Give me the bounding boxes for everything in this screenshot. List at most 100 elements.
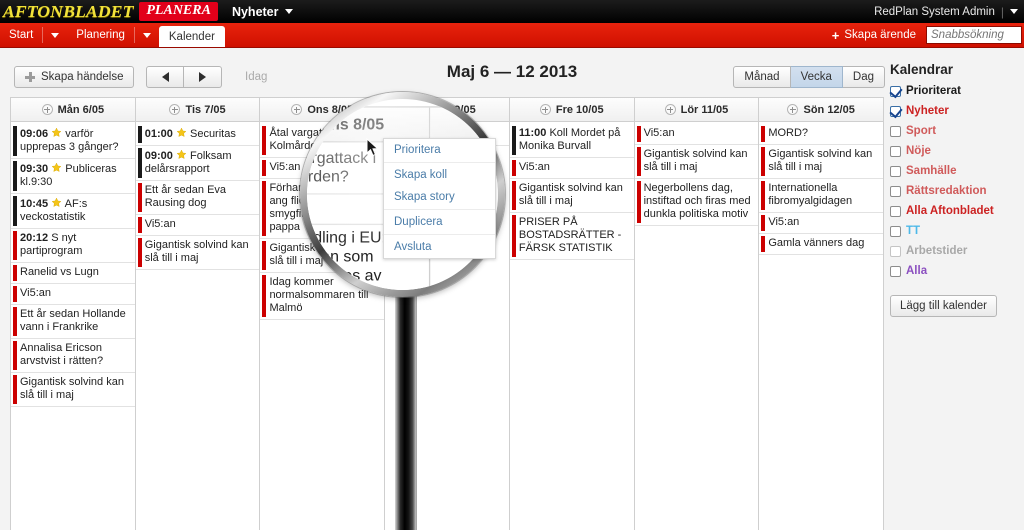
checkbox[interactable] [890,206,901,217]
event-color-bar [636,181,641,223]
calendar-event[interactable]: Vi5:an [634,124,759,145]
context-menu-item-duplicera[interactable]: Duplicera [384,211,495,233]
add-calendar-button[interactable]: Lägg till kalender [890,295,997,317]
priority-star-icon [176,127,187,140]
calendar-filter-nyheter[interactable]: Nyheter [890,105,1024,118]
calendar-event[interactable]: Vi5:an [759,213,884,234]
checkbox[interactable] [890,146,901,157]
calendar-event[interactable]: Vi5:an [260,158,385,179]
calendar-filter-r-ttsredaktion[interactable]: Rättsredaktion [890,185,1024,198]
calendar-event[interactable]: 01:00 Securitas [135,124,260,146]
nav-tab-kalender[interactable]: Kalender [158,26,225,47]
checkbox[interactable] [890,126,901,137]
calendar-event[interactable]: Gamla vänners dag [759,234,884,255]
today-button[interactable]: Idag [232,66,281,88]
checkbox[interactable] [890,266,901,277]
checkbox[interactable] [890,166,901,177]
add-event-plus-icon[interactable] [539,104,551,115]
user-chevron-down-icon[interactable] [1010,9,1018,14]
calendar-event[interactable]: 09:00 Folksam delårsrapport [135,146,260,181]
calendar-filter-prioriterat[interactable]: Prioriterat [890,85,1024,98]
calendar-event[interactable]: Ett år sedan Hollande vann i Frankrike [11,305,135,339]
calendar-filter-alla[interactable]: Alla [890,265,1024,278]
nav-item-planering[interactable]: Planering [67,23,134,47]
checkbox[interactable] [890,106,901,117]
calendar-event[interactable]: Vi5:an [11,284,135,305]
event-time: 09:30 [20,163,49,175]
checkbox[interactable] [890,86,901,97]
add-event-plus-icon[interactable] [169,104,181,115]
calendar-event[interactable]: 09:30 Publiceras kl.9:30 [11,159,135,194]
event-context-menu[interactable]: Prioritera Skapa koll Skapa story Duplicera… [383,138,496,259]
calendar-filter-tt[interactable]: TT [890,225,1024,238]
day-header[interactable]: Mån 6/05 [11,98,135,122]
calendar-event[interactable]: Gigantisk solvind kan slå till i maj [11,373,135,407]
create-issue-button[interactable]: + Skapa ärende [822,23,926,47]
calendar-event[interactable]: Gigantisk solvind kan slå till i maj [759,145,884,179]
add-event-plus-icon[interactable] [787,104,799,115]
prev-week-button[interactable] [146,66,184,88]
checkbox[interactable] [890,226,901,237]
create-event-button[interactable]: Skapa händelse [14,66,135,88]
calendar-event[interactable]: 20:12 S nyt partiprogram [11,229,135,263]
next-week-button[interactable] [184,66,222,88]
calendar-event[interactable]: Gigantisk solvind kan slå till i maj [135,236,260,270]
calendar-event[interactable]: Idag kommer normalsommaren till Malmö [260,273,385,320]
nav-planering-dropdown[interactable] [135,23,159,47]
view-button-dag[interactable]: Dag [842,66,885,88]
calendar-event[interactable]: 09:06 varför upprepas 3 gånger? [11,124,135,159]
calendar-event[interactable]: MORD? [759,124,884,145]
calendar-event[interactable]: 10:45 AF:s veckostatistik [11,194,135,229]
calendar-filter-samh-lle[interactable]: Samhälle [890,165,1024,178]
event-title: Vi5:an [144,218,176,230]
calendar-filter-sport[interactable]: Sport [890,125,1024,138]
day-events-list: 09:06 varför upprepas 3 gånger? 09:30 Pub… [11,122,135,530]
red-nav-bar: Start Planering Kalender + Skapa ärende [0,23,1024,48]
checkbox[interactable] [890,186,901,197]
event-title: Securitas [189,128,236,140]
calendar-filter-arbetstider[interactable]: Arbetstider [890,245,1024,258]
day-header[interactable]: Tis 7/05 [135,98,260,122]
calendar-event[interactable]: 11:00 Koll Mordet på Monika Burvall [509,124,634,158]
calendar-event[interactable]: PRISER PÅ BOSTADSRÄTTER - FÄRSK STATISTI… [509,213,634,260]
calendar-filter-alla-aftonbladet[interactable]: Alla Aftonbladet [890,205,1024,218]
nav-start-dropdown[interactable] [43,23,67,47]
add-event-plus-icon[interactable] [41,104,53,115]
calendar-event[interactable]: Gigantisk solvind kan slå till i maj [260,239,385,273]
calendar-event[interactable]: Negerbollens dag, instiftad och firas me… [634,179,759,226]
quicksearch-input[interactable] [926,26,1022,44]
context-menu-item-avsluta[interactable]: Avsluta [384,236,495,258]
calendar-event[interactable]: Vi5:an [135,215,260,236]
calendar-event[interactable]: Ett år sedan Eva Rausing dog [135,181,260,215]
event-color-bar [262,241,267,270]
event-title: Gigantisk solvind kan slå till i maj [144,239,249,264]
day-header[interactable]: Ons 8/05 [260,98,385,122]
plus-icon [25,72,35,82]
calendar-event[interactable]: Förhandling i EU:s HD ang flickan som sm… [260,179,385,239]
view-button-vecka[interactable]: Vecka [790,66,843,88]
day-header[interactable]: Tor 9/05 [385,98,509,122]
context-menu-item-skapa-koll[interactable]: Skapa koll [384,164,495,186]
event-time: 01:00 [144,128,173,140]
arrow-left-icon [161,72,169,82]
day-header[interactable]: Lör 11/05 [634,98,759,122]
calendar-event[interactable]: Gigantisk solvind kan slå till i maj [634,145,759,179]
event-color-bar [262,126,267,155]
calendar-filter-n-je[interactable]: Nöje [890,145,1024,158]
day-header[interactable]: Sön 12/05 [759,98,884,122]
section-menu-nyheter[interactable]: Nyheter [232,5,293,19]
calendar-event[interactable]: Ranelid vs Lugn [11,263,135,284]
calendar-event[interactable]: Internationella fibromyalgidagen [759,179,884,213]
context-menu-item-skapa-story[interactable]: Skapa story [384,186,495,208]
nav-item-start[interactable]: Start [0,23,42,47]
calendar-event[interactable]: Vi5:an [509,158,634,179]
day-header[interactable]: Fre 10/05 [509,98,634,122]
calendar-event[interactable]: Annalisa Ericson arvstvist i rätten? [11,339,135,373]
view-button-manad[interactable]: Månad [733,66,791,88]
add-event-plus-icon[interactable] [291,104,303,115]
add-event-plus-icon[interactable] [418,104,430,115]
context-menu-item-prioritera[interactable]: Prioritera [384,139,495,161]
calendar-event[interactable]: Gigantisk solvind kan slå till i maj [509,179,634,213]
checkbox[interactable] [890,246,901,257]
add-event-plus-icon[interactable] [664,104,676,115]
